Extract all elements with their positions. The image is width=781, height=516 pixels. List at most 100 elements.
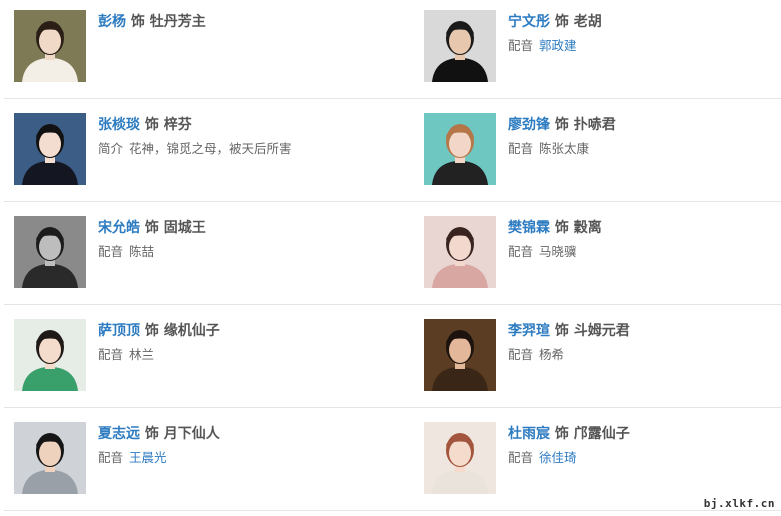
detail-label: 配音 [98, 347, 124, 362]
role-name: 固城王 [163, 220, 206, 236]
actor-photo[interactable] [14, 10, 86, 82]
detail-value: 陈喆 [129, 244, 155, 259]
role-separator: 饰 [130, 14, 145, 30]
voice-actor-link[interactable]: 王晨光 [129, 450, 167, 465]
cast-detail: 配音 陈喆 [98, 244, 206, 260]
actor-photo[interactable] [424, 422, 496, 494]
cast-headline: 夏志远 饰 月下仙人 [98, 425, 220, 443]
actor-photo[interactable] [14, 216, 86, 288]
cast-headline: 宁文彤 饰 老胡 [508, 13, 602, 31]
actor-name-link[interactable]: 李羿瑄 [508, 323, 550, 339]
row-divider [4, 201, 781, 202]
cast-card: 彭杨 饰 牡丹芳主 [14, 10, 409, 84]
actor-photo[interactable] [424, 319, 496, 391]
role-name: 邝露仙子 [573, 426, 630, 442]
row-divider [4, 304, 781, 305]
role-separator: 饰 [554, 220, 569, 236]
cast-row: 张棪琰 饰 梓芬 简介 花神，锦觅之母，被天后所害 廖劲锋 饰 扑哧君配音 陈张太康 [0, 103, 781, 206]
cast-row: 夏志远 饰 月下仙人 配音 王晨光 杜雨宸 饰 邝露仙子 配音 徐佳琦 [0, 412, 781, 515]
actor-name-link[interactable]: 张棪琰 [98, 117, 140, 133]
cast-card: 李羿瑄 饰 斗姆元君 配音 杨希 [424, 319, 774, 393]
cast-headline: 萨顶顶 饰 缘机仙子 [98, 322, 220, 340]
detail-value: 杨希 [539, 347, 565, 362]
detail-label: 配音 [508, 450, 534, 465]
detail-value: 花神，锦觅之母，被天后所害 [129, 141, 292, 156]
role-name: 老胡 [573, 14, 602, 30]
detail-label: 配音 [98, 450, 124, 465]
cast-info: 张棪琰 饰 梓芬 简介 花神，锦觅之母，被天后所害 [98, 116, 292, 157]
voice-actor-link[interactable]: 郭政建 [539, 38, 577, 53]
actor-name-link[interactable]: 廖劲锋 [508, 117, 550, 133]
row-divider [4, 510, 781, 511]
actor-photo[interactable] [424, 216, 496, 288]
cast-card: 萨顶顶 饰 缘机仙子 配音 林兰 [14, 319, 409, 393]
detail-value: 林兰 [129, 347, 155, 362]
cast-row: 彭杨 饰 牡丹芳主 宁文彤 饰 老胡 配音 郭政建 [0, 0, 781, 103]
cast-info: 宁文彤 饰 老胡 配音 郭政建 [508, 13, 602, 54]
watermark: bj.xlkf.cn [703, 497, 775, 510]
cast-card: 宋允皓 饰 固城王配音 陈喆 [14, 216, 409, 290]
voice-actor-link[interactable]: 徐佳琦 [539, 450, 577, 465]
role-name: 牡丹芳主 [149, 14, 206, 30]
cast-detail: 配音 郭政建 [508, 38, 602, 54]
cast-card: 夏志远 饰 月下仙人 配音 王晨光 [14, 422, 409, 496]
actor-photo[interactable] [14, 319, 86, 391]
role-name: 月下仙人 [163, 426, 220, 442]
cast-card: 杜雨宸 饰 邝露仙子 配音 徐佳琦 [424, 422, 774, 496]
role-separator: 饰 [554, 117, 569, 133]
detail-value: 陈张太康 [539, 141, 590, 156]
row-divider [4, 407, 781, 408]
cast-detail: 配音 马晓骥 [508, 244, 602, 260]
cast-card: 宁文彤 饰 老胡 配音 郭政建 [424, 10, 774, 84]
role-name: 斗姆元君 [573, 323, 630, 339]
role-separator: 饰 [554, 323, 569, 339]
cast-info: 李羿瑄 饰 斗姆元君 配音 杨希 [508, 322, 630, 363]
role-separator: 饰 [554, 14, 569, 30]
cast-info: 彭杨 饰 牡丹芳主 [98, 13, 206, 31]
actor-name-link[interactable]: 宋允皓 [98, 220, 140, 236]
cast-info: 樊锦霖 饰 穀离 配音 马晓骥 [508, 219, 602, 260]
detail-label: 配音 [508, 347, 534, 362]
cast-detail: 简介 花神，锦觅之母，被天后所害 [98, 141, 292, 157]
detail-label: 配音 [508, 141, 534, 156]
cast-info: 夏志远 饰 月下仙人 配音 王晨光 [98, 425, 220, 466]
actor-name-link[interactable]: 夏志远 [98, 426, 140, 442]
cast-row: 宋允皓 饰 固城王 配音 陈喆 樊锦霖 饰 穀离 配音 马晓骥 [0, 206, 781, 309]
role-name: 梓芬 [163, 117, 192, 133]
actor-photo[interactable] [14, 113, 86, 185]
actor-name-link[interactable]: 樊锦霖 [508, 220, 550, 236]
role-separator: 饰 [144, 220, 159, 236]
detail-label: 配音 [508, 244, 534, 259]
cast-row: 萨顶顶 饰 缘机仙子 配音 林兰 李羿瑄 饰 斗姆元君 配音 杨希 [0, 309, 781, 412]
cast-info: 廖劲锋 饰 扑哧君配音 陈张太康 [508, 116, 616, 157]
actor-name-link[interactable]: 萨顶顶 [98, 323, 140, 339]
cast-headline: 张棪琰 饰 梓芬 [98, 116, 292, 134]
cast-headline: 樊锦霖 饰 穀离 [508, 219, 602, 237]
role-name: 穀离 [573, 220, 602, 236]
cast-list: 彭杨 饰 牡丹芳主 宁文彤 饰 老胡 配音 郭政建 张棪琰 饰 梓芬 简介 花神，锦觅之母，… [0, 0, 781, 515]
cast-info: 萨顶顶 饰 缘机仙子 配音 林兰 [98, 322, 220, 363]
role-separator: 饰 [144, 426, 159, 442]
cast-detail: 配音 林兰 [98, 347, 220, 363]
cast-detail: 配音 陈张太康 [508, 141, 616, 157]
cast-headline: 杜雨宸 饰 邝露仙子 [508, 425, 630, 443]
cast-headline: 李羿瑄 饰 斗姆元君 [508, 322, 630, 340]
actor-photo[interactable] [14, 422, 86, 494]
cast-info: 杜雨宸 饰 邝露仙子 配音 徐佳琦 [508, 425, 630, 466]
role-name: 缘机仙子 [163, 323, 220, 339]
row-divider [4, 98, 781, 99]
actor-name-link[interactable]: 杜雨宸 [508, 426, 550, 442]
role-name: 扑哧君 [573, 117, 616, 133]
role-separator: 饰 [554, 426, 569, 442]
actor-photo[interactable] [424, 10, 496, 82]
cast-card: 张棪琰 饰 梓芬 简介 花神，锦觅之母，被天后所害 [14, 113, 409, 187]
detail-label: 简介 [98, 141, 124, 156]
actor-name-link[interactable]: 宁文彤 [508, 14, 550, 30]
detail-label: 配音 [98, 244, 124, 259]
cast-info: 宋允皓 饰 固城王配音 陈喆 [98, 219, 206, 260]
detail-value: 马晓骥 [539, 244, 577, 259]
role-separator: 饰 [144, 323, 159, 339]
cast-card: 樊锦霖 饰 穀离 配音 马晓骥 [424, 216, 774, 290]
actor-name-link[interactable]: 彭杨 [98, 14, 126, 30]
actor-photo[interactable] [424, 113, 496, 185]
